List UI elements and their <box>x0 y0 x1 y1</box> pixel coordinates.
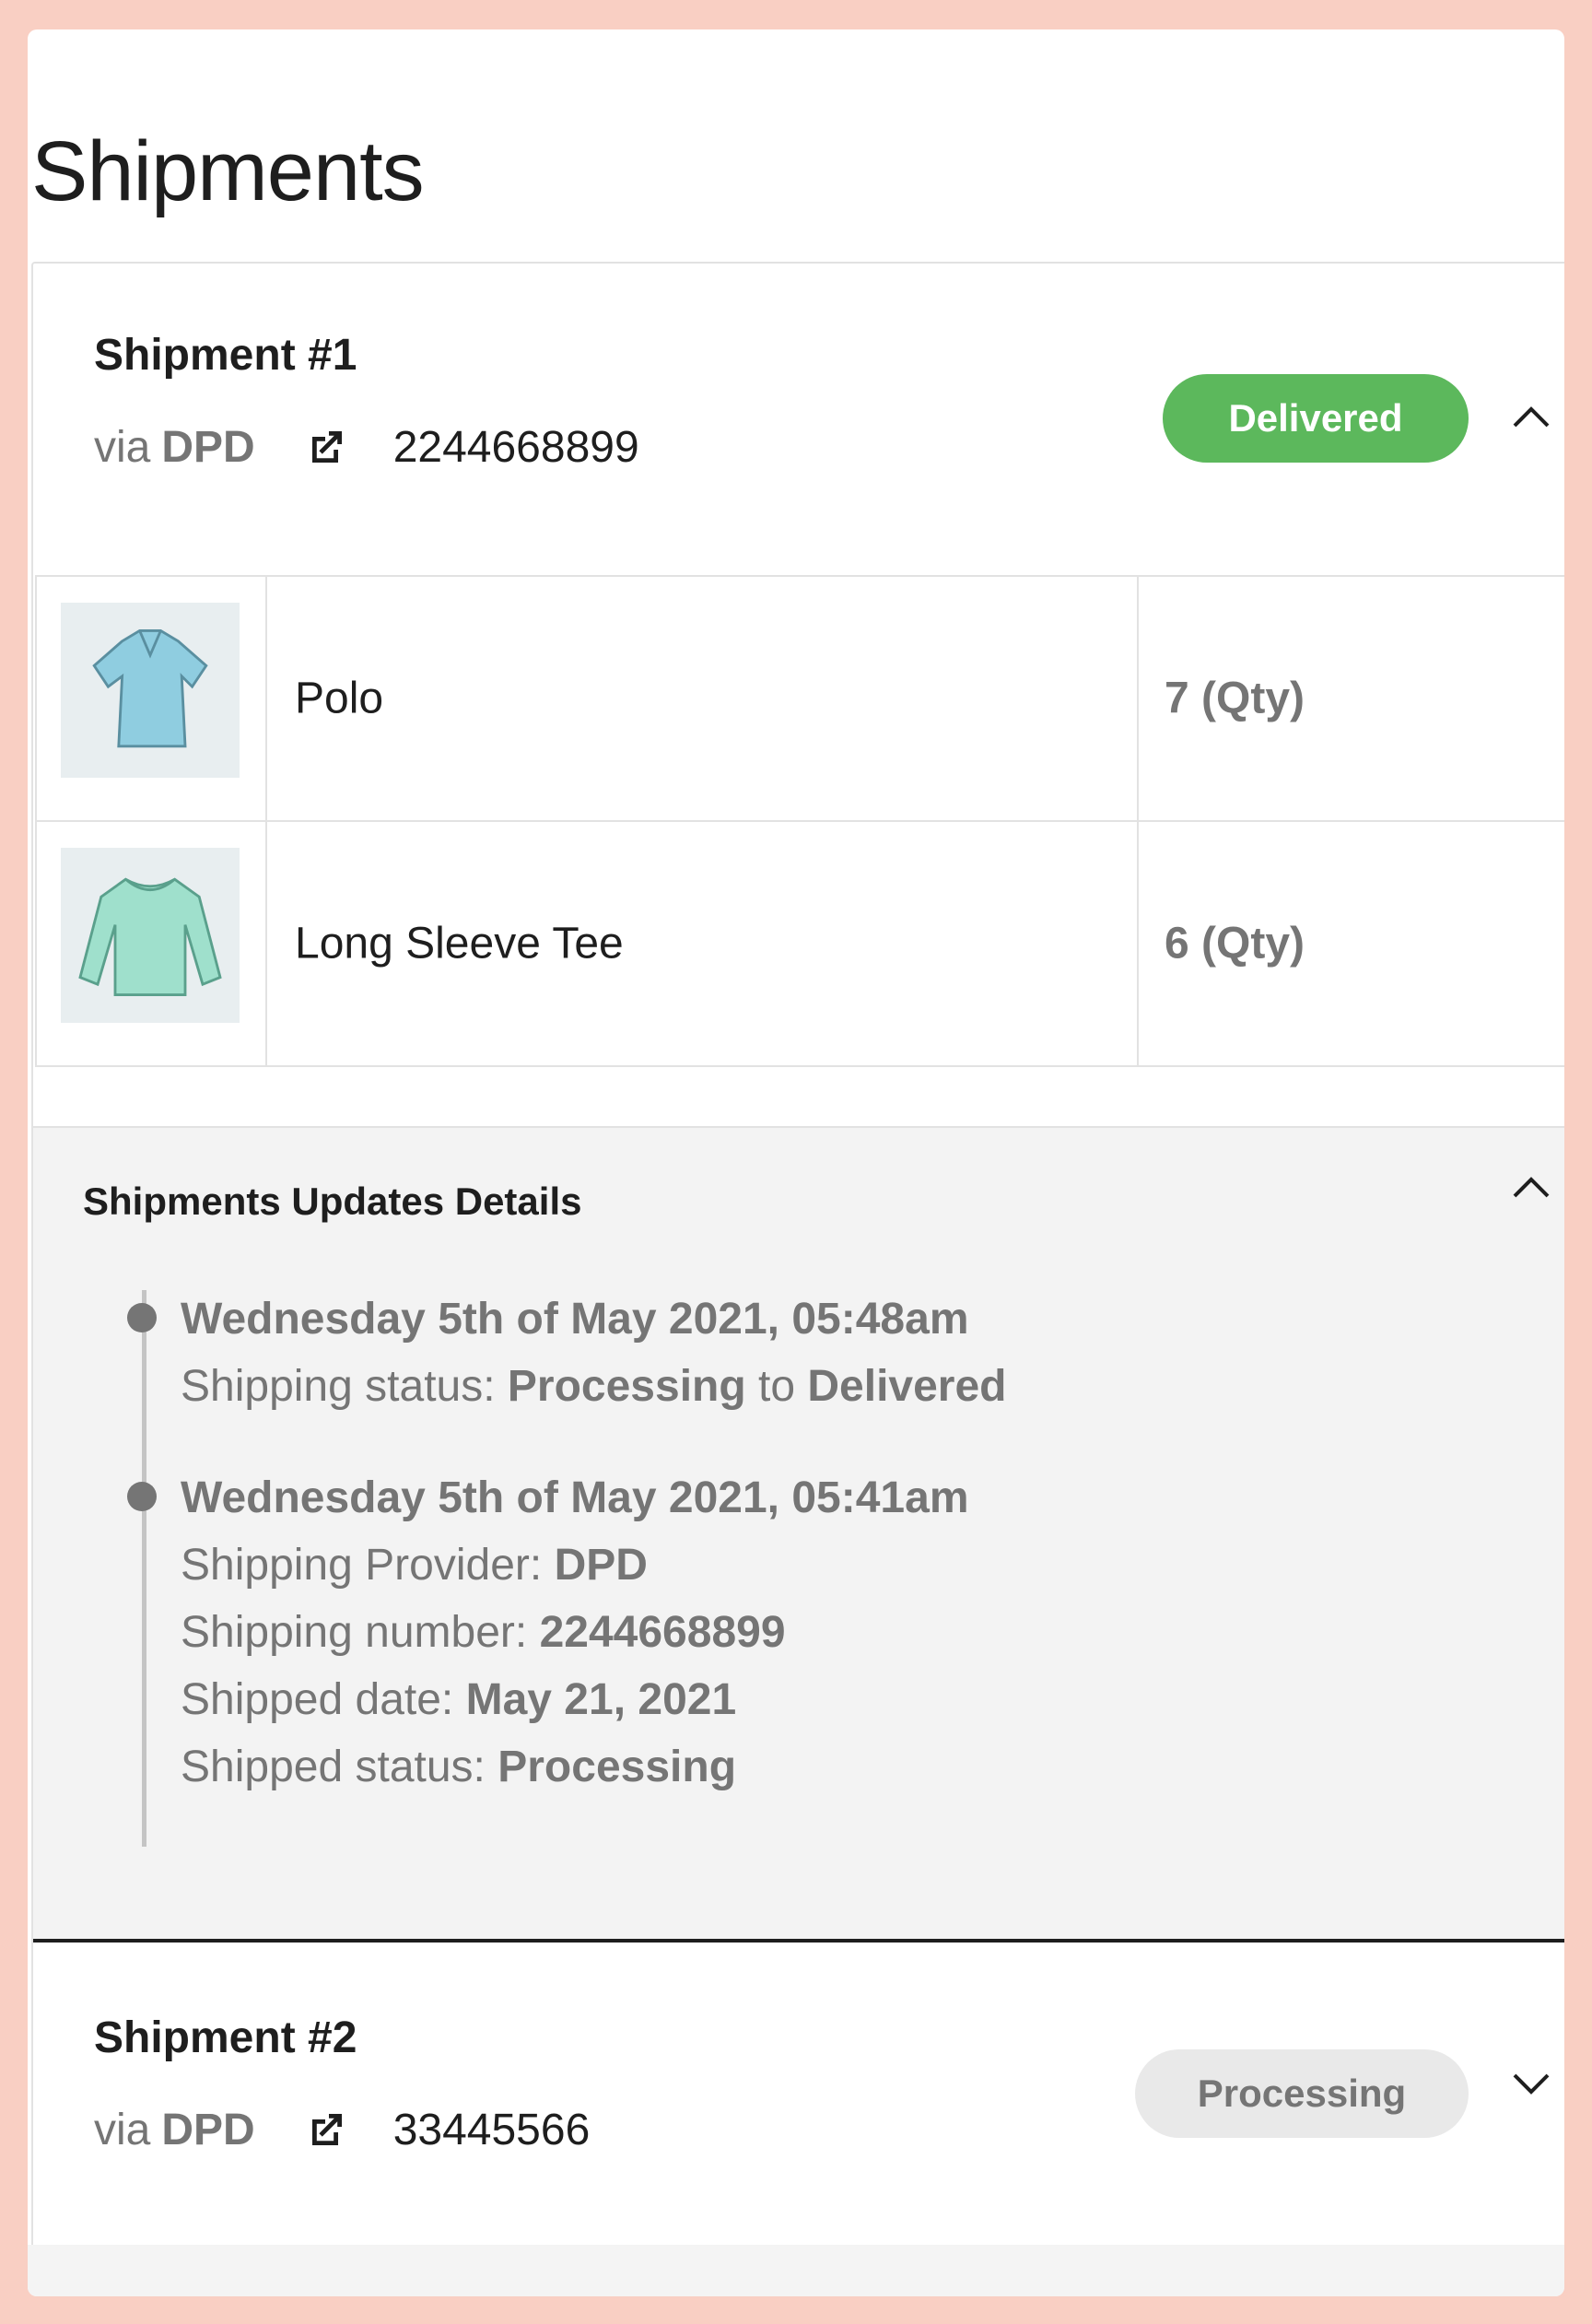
timeline-line <box>142 1290 146 1847</box>
item-name-cell: Polo <box>269 577 1139 820</box>
chevron-up-icon[interactable] <box>1509 402 1553 431</box>
shipments-panel: Shipments Shipment #1 via DPD 2244668899… <box>28 29 1564 2296</box>
event-detail: Shipping number: 2244668899 <box>181 1599 969 1666</box>
detail-label: Shipping status: <box>181 1362 508 1411</box>
polo-shirt-icon <box>61 603 240 778</box>
chevron-down-icon[interactable] <box>1509 2070 1553 2099</box>
item-qty: 7 (Qty) <box>1165 674 1305 723</box>
detail-label: Shipped date: <box>181 1675 466 1724</box>
item-image-cell <box>35 822 267 1065</box>
detail-value: May 21, 2021 <box>465 1675 737 1724</box>
table-row: Long Sleeve Tee 6 (Qty) <box>35 822 1564 1067</box>
item-image-cell <box>35 577 267 820</box>
tracking-number: 2244668899 <box>392 423 639 472</box>
shipment-1-header[interactable]: Shipment #1 via DPD 2244668899 Delivered <box>33 264 1564 540</box>
carrier-name: DPD <box>161 423 255 472</box>
via-label: via <box>94 2106 151 2154</box>
detail-label: Shipped status: <box>181 1743 498 1791</box>
event-date: Wednesday 5th of May 2021, 05:48am <box>181 1295 969 1344</box>
shipment-title: Shipment #2 <box>94 2013 357 2062</box>
detail-value: Processing <box>498 1743 737 1791</box>
via-label: via <box>94 423 151 472</box>
shipment-items-table: Polo 7 (Qty) Long Sleeve Tee 6 (Qty) <box>35 575 1564 1067</box>
shipment-updates-details: Shipments Updates Details Wednesday 5th … <box>33 1126 1564 1943</box>
event-detail: Shipped date: May 21, 2021 <box>181 1666 969 1733</box>
shipment-2-header[interactable]: Shipment #2 via DPD 33445566 Processing <box>33 1941 1564 2217</box>
external-link-icon[interactable] <box>303 2108 347 2153</box>
event-detail: Shipping Provider: DPD <box>181 1532 969 1599</box>
timeline-dot <box>127 1482 157 1511</box>
timeline-event: Wednesday 5th of May 2021, 05:41am Shipp… <box>127 1465 969 1801</box>
detail-value: 2244668899 <box>539 1608 786 1657</box>
event-detail: Shipped status: Processing <box>181 1733 969 1801</box>
carrier-name: DPD <box>161 2106 255 2154</box>
status-badge: Delivered <box>1163 374 1469 463</box>
page-title: Shipments <box>31 124 425 218</box>
long-sleeve-tee-icon <box>61 848 240 1023</box>
tracking-number: 33445566 <box>392 2106 591 2154</box>
detail-value: Delivered <box>807 1362 1007 1411</box>
item-name: Long Sleeve Tee <box>295 919 624 968</box>
item-name-cell: Long Sleeve Tee <box>269 822 1139 1065</box>
detail-label: Shipping Provider: <box>181 1541 555 1590</box>
event-detail: Shipping status: Processing to Delivered <box>181 1353 1007 1420</box>
detail-label: Shipping number: <box>181 1608 540 1657</box>
timeline-dot <box>127 1303 157 1332</box>
detail-connector: to <box>745 1362 808 1411</box>
item-name: Polo <box>295 674 384 723</box>
shipments-card: Shipment #1 via DPD 2244668899 Delivered <box>31 262 1564 2252</box>
event-date: Wednesday 5th of May 2021, 05:41am <box>181 1473 969 1522</box>
chevron-up-icon[interactable] <box>1509 1172 1553 1202</box>
detail-value: DPD <box>554 1541 648 1590</box>
external-link-icon[interactable] <box>303 426 347 470</box>
item-qty: 6 (Qty) <box>1165 919 1305 968</box>
shipment-carrier-line: via DPD 33445566 <box>94 2105 590 2155</box>
shipment-carrier-line: via DPD 2244668899 <box>94 422 639 473</box>
status-badge: Processing <box>1135 2049 1469 2138</box>
timeline-event: Wednesday 5th of May 2021, 05:48am Shipp… <box>127 1286 1007 1420</box>
next-card-edge <box>28 2245 1564 2296</box>
updates-title: Shipments Updates Details <box>83 1180 582 1223</box>
detail-value: Processing <box>507 1362 746 1411</box>
table-row: Polo 7 (Qty) <box>35 577 1564 822</box>
shipment-title: Shipment #1 <box>94 331 357 380</box>
